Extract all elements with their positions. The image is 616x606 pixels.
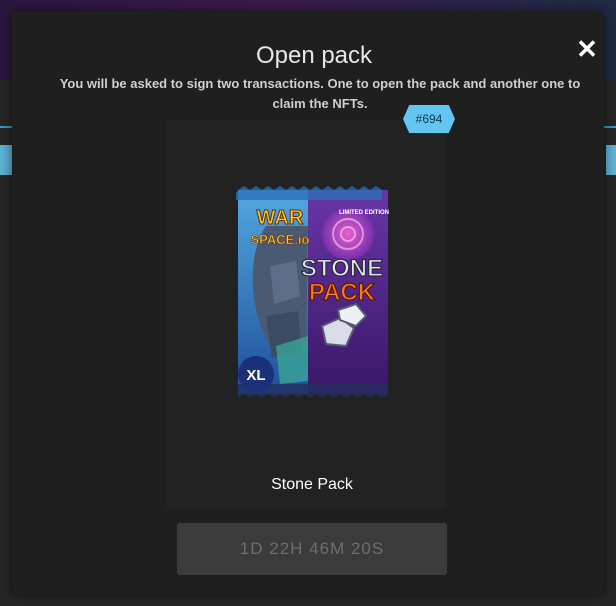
pack-logo-line1: WAR xyxy=(257,207,304,229)
pack-title-line2: PACK xyxy=(309,279,376,306)
pack-logo-line2: SPACE.io xyxy=(251,232,310,247)
pack-name: Stone Pack xyxy=(271,476,353,493)
background-badge-left xyxy=(0,145,12,175)
modal-title: Open pack xyxy=(255,42,373,69)
pack-edition-label: LIMITED EDITION xyxy=(339,210,389,216)
open-pack-countdown-button[interactable]: 1D 22H 46M 20S xyxy=(177,523,447,575)
pack-image: WAR SPACE.io LIMITED EDITION STONE PACK … xyxy=(236,186,389,398)
pack-title-line1: STONE xyxy=(301,255,383,282)
pack-id-badge: #694 xyxy=(403,105,455,133)
background-badge-right xyxy=(606,145,616,175)
pack-size-label: XL xyxy=(246,367,265,384)
modal-subtitle: You will be asked to sign two transactio… xyxy=(59,76,581,111)
